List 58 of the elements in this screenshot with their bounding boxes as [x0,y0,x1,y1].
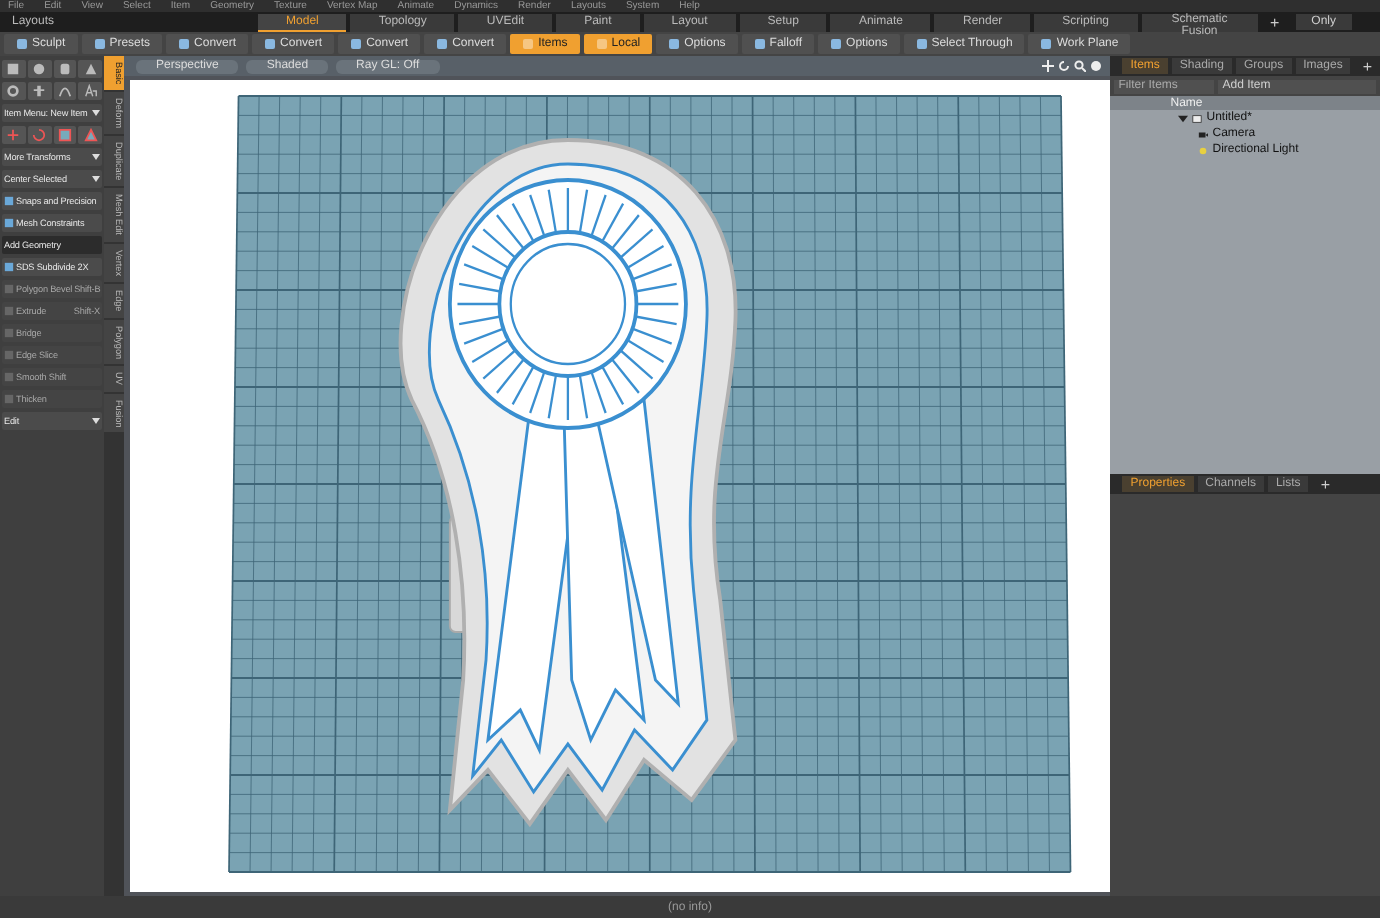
add-tab-button[interactable]: + [1312,475,1338,493]
tool-icon [4,284,14,294]
tool-icon [4,394,14,404]
tool-icon [178,38,191,50]
rotate-icon [32,128,47,142]
light-icon [1198,145,1209,155]
cube-button[interactable] [2,60,26,78]
add-tab-button[interactable]: + [1354,57,1380,75]
sphere-icon [32,62,47,76]
tool-icon [350,38,363,50]
move-icon [6,128,21,142]
curve-icon [57,84,72,98]
pan-icon[interactable] [1042,60,1055,72]
tool-icon [1040,38,1053,50]
tool-icon [668,38,681,50]
caret-icon [92,110,100,116]
zoom-icon[interactable] [1074,60,1087,72]
curve-button[interactable] [53,82,77,100]
tool-icon [595,38,608,50]
text-tool-icon [83,84,98,98]
expand-arrow-icon[interactable] [1178,113,1189,123]
scale-icon [57,128,72,142]
viewport-canvas[interactable] [130,80,1111,892]
stretch-button[interactable] [78,126,102,144]
tool-icon [4,350,14,360]
tool-icon [436,38,449,50]
caret-icon [92,176,100,182]
scale-button[interactable] [53,126,77,144]
tool-icon [4,196,14,206]
tool-icon [4,262,14,272]
add-tab-button[interactable]: + [1261,13,1288,31]
cylinder-icon [57,62,72,76]
tool-icon [753,38,766,50]
sphere-button[interactable] [27,60,51,78]
tool-icon [16,38,28,50]
tool-icon [915,38,928,50]
scene-icon [1192,113,1203,123]
tool-icon [93,38,106,50]
torus-button[interactable] [2,82,26,100]
camera-icon [1198,129,1209,139]
cube-icon [6,62,21,76]
tool-icon [830,38,843,50]
torus-icon [6,84,21,98]
cone-button[interactable] [78,60,102,78]
tool-icon [522,38,535,50]
text-tool-button[interactable] [78,82,102,100]
rotate-button[interactable] [27,126,51,144]
tool-icon [4,218,14,228]
cone-icon [83,62,98,76]
stretch-icon [83,128,98,142]
tool-icon [264,38,277,50]
rotate-icon[interactable] [1058,60,1071,72]
tool-icon [4,306,14,316]
cylinder-button[interactable] [53,60,77,78]
caret-icon [92,418,100,424]
tool-icon [4,372,14,382]
tool-icon [4,328,14,338]
caret-icon [92,154,100,160]
